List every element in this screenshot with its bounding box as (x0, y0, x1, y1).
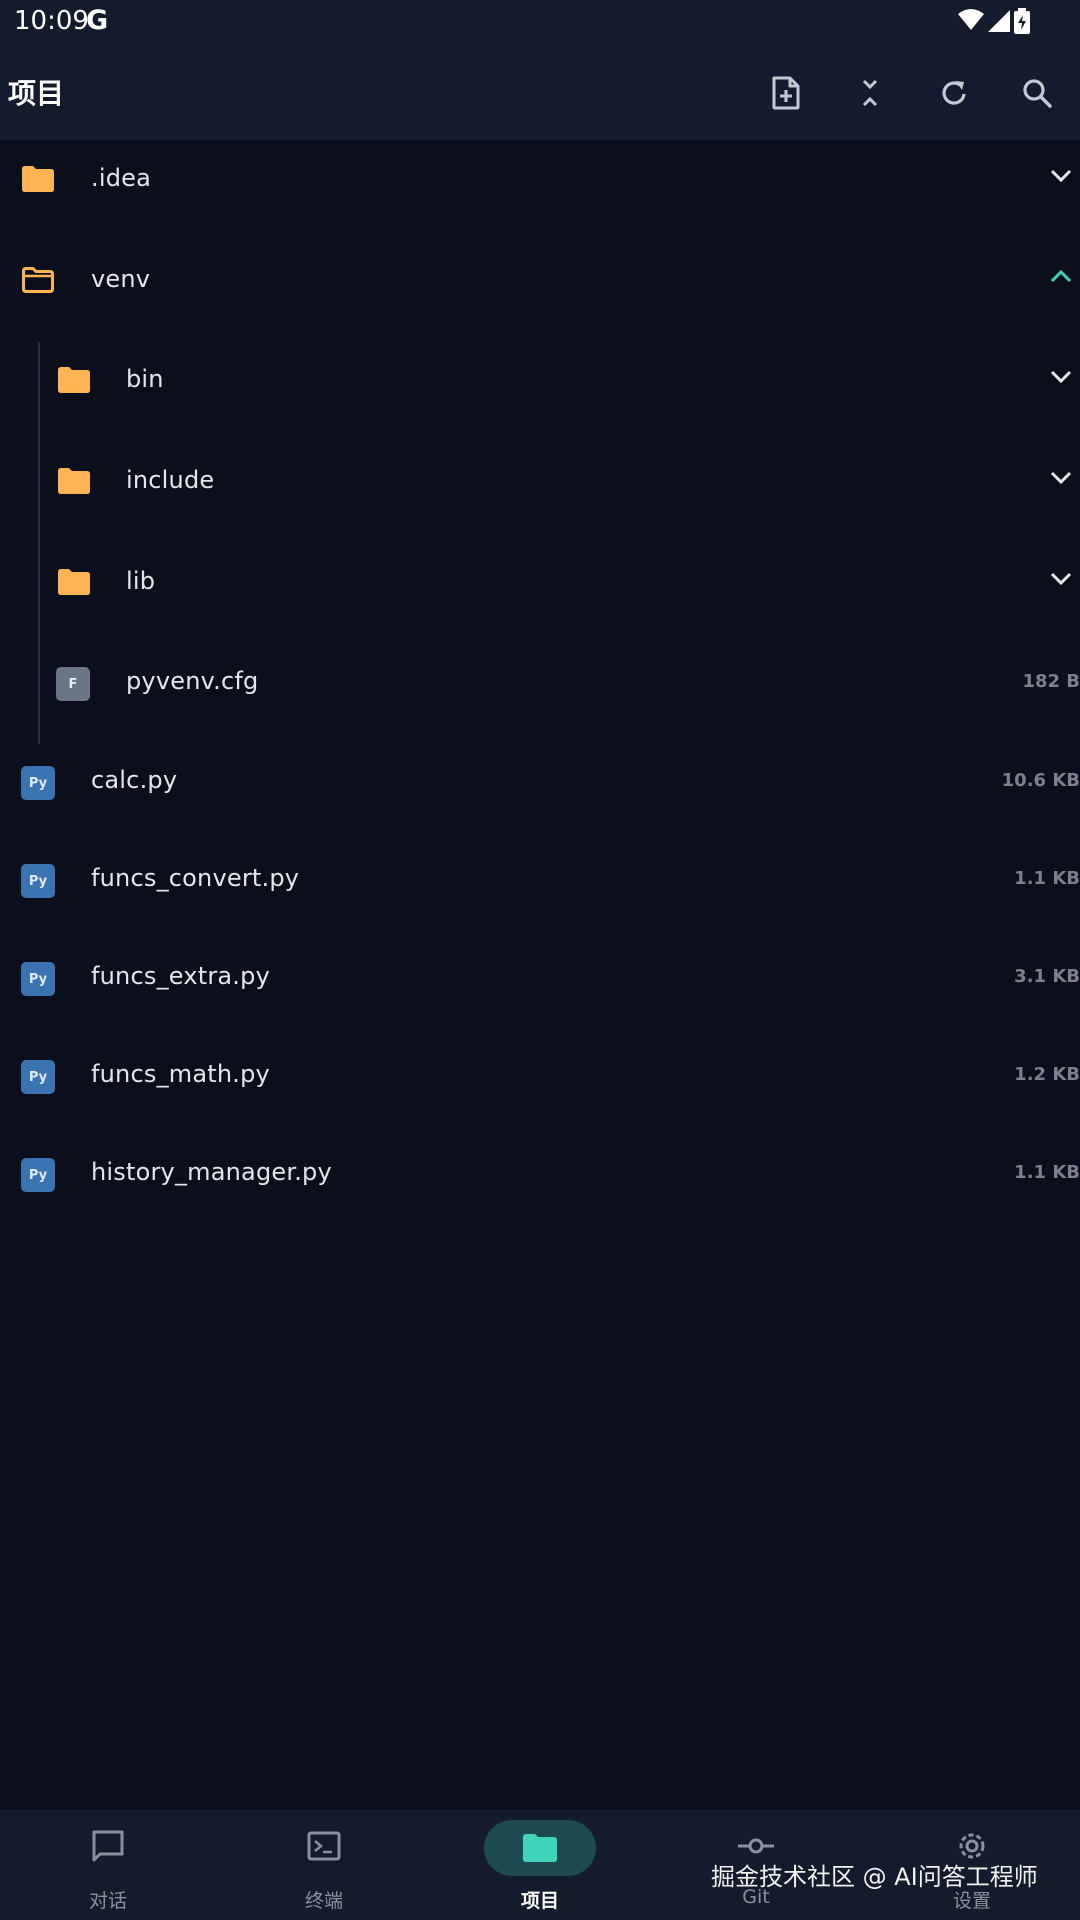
tree-item-label: venv (91, 265, 151, 293)
tree-item-label: include (126, 466, 215, 494)
tree-item-label: bin (126, 365, 164, 393)
tree-item-label: calc.py (91, 766, 178, 794)
tree-item-funcs-convert-py[interactable]: Py funcs_convert.py 1.1 KB (0, 840, 1080, 920)
nav-label: 终端 (304, 1890, 343, 1912)
new-file-icon (772, 76, 800, 110)
tree-item-label: pyvenv.cfg (126, 667, 259, 695)
file-size: 3.1 KB (1014, 966, 1080, 987)
watermark: 掘金技术社区 @ AI问答工程师 (711, 1863, 1038, 1891)
folder-icon (523, 1834, 557, 1862)
file-size: 1.2 KB (1014, 1064, 1080, 1085)
collapse-all-button[interactable] (845, 68, 895, 118)
tree-item-history-manager-py[interactable]: Py history_manager.py 1.1 KB (0, 1134, 1080, 1214)
file-size: 1.1 KB (1014, 1162, 1080, 1183)
tree-item-label: funcs_math.py (91, 1060, 270, 1088)
tree-item-idea[interactable]: .idea (0, 140, 1080, 220)
nav-label: 对话 (88, 1890, 127, 1912)
wifi-icon (958, 9, 984, 30)
collapse-all-icon (862, 79, 878, 107)
tree-item-pyvenv-cfg[interactable]: F pyvenv.cfg 182 B (0, 643, 1080, 723)
tree-item-funcs-extra-py[interactable]: Py funcs_extra.py 3.1 KB (0, 938, 1080, 1018)
python-file-icon: Py (21, 864, 55, 898)
tree-item-bin[interactable]: bin (0, 341, 1080, 421)
tree-item-calc-py[interactable]: Py calc.py 10.6 KB (0, 742, 1080, 822)
git-commit-icon (738, 1838, 774, 1854)
app-bar: 项目 (0, 44, 1080, 140)
folder-icon (22, 166, 54, 192)
file-size: 1.1 KB (1014, 868, 1080, 889)
search-button[interactable] (1012, 68, 1062, 118)
nav-label: 项目 (520, 1890, 559, 1912)
chevron-down-icon[interactable] (1050, 369, 1072, 385)
file-size: 182 B (1022, 671, 1080, 692)
generic-file-icon: F (56, 667, 90, 701)
tree-item-label: funcs_extra.py (91, 962, 270, 990)
chevron-down-icon[interactable] (1050, 470, 1072, 486)
tree-item-include[interactable]: include (0, 442, 1080, 522)
tree-item-venv[interactable]: venv (0, 241, 1080, 321)
app-root: 10:09 G 项目 .idea venv bin include lib F … (0, 0, 1080, 1920)
python-file-icon: Py (21, 766, 55, 800)
tree-item-label: .idea (91, 164, 152, 192)
status-time: 10:09 (14, 6, 89, 36)
chevron-up-icon[interactable] (1050, 269, 1072, 285)
nav-item-terminal[interactable]: 终端 (224, 1810, 424, 1920)
nav-item-chat[interactable]: 对话 (8, 1810, 208, 1920)
refresh-button[interactable] (929, 68, 979, 118)
search-icon (1023, 79, 1052, 108)
page-title: 项目 (8, 77, 65, 110)
chat-icon (92, 1830, 124, 1862)
tree-item-label: funcs_convert.py (91, 864, 300, 892)
chevron-down-icon[interactable] (1050, 571, 1072, 587)
battery-charging-icon (1014, 8, 1030, 34)
folder-icon (58, 367, 90, 393)
file-size: 10.6 KB (1001, 770, 1080, 791)
python-file-icon: Py (21, 1158, 55, 1192)
folder-icon (58, 468, 90, 494)
terminal-icon (307, 1831, 341, 1861)
signal-icon (988, 10, 1010, 32)
new-file-button[interactable] (761, 68, 811, 118)
status-icons (958, 8, 1038, 36)
folder-open-icon (22, 267, 54, 293)
folder-icon (58, 569, 90, 595)
python-file-icon: Py (21, 962, 55, 996)
nav-item-project[interactable]: 项目 (440, 1810, 640, 1920)
refresh-icon (942, 81, 966, 105)
chevron-down-icon[interactable] (1050, 168, 1072, 184)
status-bar: 10:09 G (0, 0, 1080, 44)
python-file-icon: Py (21, 1060, 55, 1094)
tree-item-label: lib (126, 567, 156, 595)
tree-item-lib[interactable]: lib (0, 543, 1080, 623)
tree-item-label: history_manager.py (91, 1158, 332, 1186)
tree-item-funcs-math-py[interactable]: Py funcs_math.py 1.2 KB (0, 1036, 1080, 1116)
google-icon: G (86, 5, 109, 36)
